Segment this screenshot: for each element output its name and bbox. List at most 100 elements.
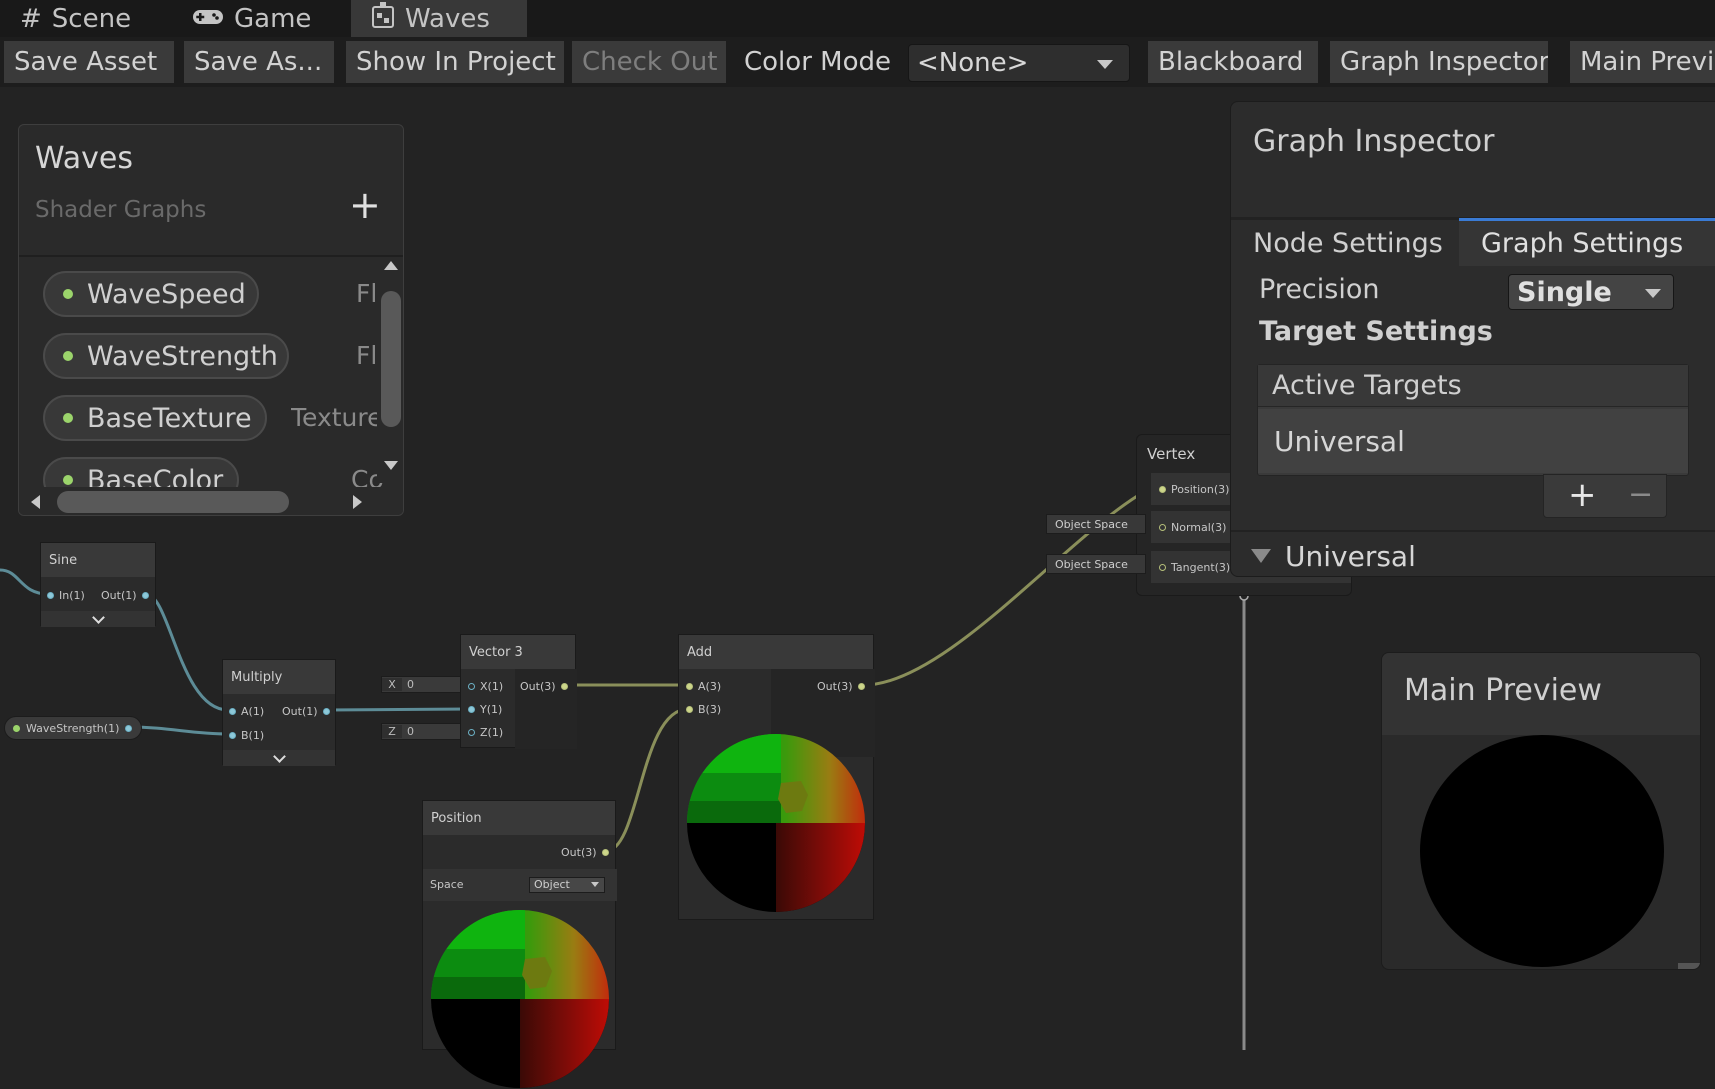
input-port[interactable]: B(3) bbox=[686, 703, 721, 716]
blackboard-panel: Waves Shader Graphs + WaveSpeed Fl WaveS… bbox=[18, 124, 404, 516]
node-title: Multiply bbox=[223, 660, 335, 694]
property-wavespeed[interactable]: WaveSpeed bbox=[43, 271, 259, 317]
add-property-button[interactable]: + bbox=[349, 183, 381, 227]
active-targets-list: Active Targets Universal bbox=[1257, 364, 1689, 476]
tab-label: Waves bbox=[405, 3, 490, 34]
tab-node-settings[interactable]: Node Settings bbox=[1231, 220, 1459, 266]
main-preview-panel: Main Preview bbox=[1381, 652, 1701, 970]
output-port[interactable]: Out(3) bbox=[817, 680, 865, 693]
output-port[interactable]: Out(1) bbox=[101, 589, 149, 602]
resize-handle[interactable] bbox=[1678, 963, 1700, 969]
node-title: Add bbox=[679, 635, 873, 669]
position-node[interactable]: Position Out(3) Space Object bbox=[422, 800, 617, 1088]
input-port[interactable]: Y(1) bbox=[468, 703, 502, 716]
vertex-title: Vertex bbox=[1147, 445, 1196, 463]
inspector-title: Graph Inspector bbox=[1253, 124, 1495, 159]
property-wavestrength[interactable]: WaveStrength bbox=[43, 333, 289, 379]
add-node[interactable]: Add A(3) B(3) Out(3) bbox=[678, 634, 875, 920]
color-mode-label: Color Mode bbox=[744, 47, 891, 77]
scroll-left-icon[interactable] bbox=[31, 495, 40, 509]
input-port[interactable]: X(1) bbox=[468, 680, 503, 693]
node-title: Vector 3 bbox=[461, 635, 575, 669]
active-targets-header: Active Targets bbox=[1258, 365, 1688, 407]
wavestrength-property-node[interactable]: WaveStrength(1) bbox=[4, 716, 142, 740]
scroll-down-icon[interactable] bbox=[384, 461, 398, 470]
chevron-down-icon[interactable] bbox=[223, 749, 335, 766]
hash-icon: # bbox=[20, 3, 42, 34]
vector3-node[interactable]: Vector 3 X(1) Y(1) Z(1) Out(3) bbox=[460, 634, 577, 749]
tab-game[interactable]: Game bbox=[172, 0, 342, 37]
output-port[interactable] bbox=[125, 724, 133, 732]
tab-label: Scene bbox=[51, 3, 132, 34]
output-port[interactable]: Out(3) bbox=[561, 846, 609, 859]
output-port[interactable]: Out(1) bbox=[282, 705, 330, 718]
input-port[interactable]: B(1) bbox=[229, 729, 264, 742]
horizontal-scrollbar[interactable] bbox=[19, 487, 403, 515]
tab-waves[interactable]: Waves bbox=[351, 0, 527, 37]
graph-inspector-panel: Graph Inspector Node Settings Graph Sett… bbox=[1230, 101, 1715, 577]
input-port[interactable]: In(1) bbox=[47, 589, 85, 602]
position-preview-sphere bbox=[431, 910, 609, 1088]
input-port[interactable]: A(1) bbox=[229, 705, 264, 718]
precision-label: Precision bbox=[1259, 274, 1380, 305]
graph-toolbar: Save Asset Save As... Show In Project Ch… bbox=[0, 37, 1715, 87]
add-target-button[interactable]: + bbox=[1568, 475, 1597, 515]
chevron-down-icon bbox=[591, 882, 599, 887]
precision-dropdown[interactable]: Single bbox=[1508, 274, 1674, 310]
universal-foldout[interactable]: Universal bbox=[1231, 534, 1715, 576]
target-item-universal[interactable]: Universal bbox=[1258, 409, 1688, 473]
z-input-field[interactable]: Z 0 bbox=[381, 723, 461, 740]
multiply-node[interactable]: Multiply A(1) B(1) Out(1) bbox=[222, 659, 336, 766]
scrollbar-thumb[interactable] bbox=[57, 491, 289, 513]
chevron-down-icon[interactable] bbox=[41, 610, 155, 627]
vertical-scrollbar[interactable] bbox=[377, 261, 403, 483]
shader-graph-icon bbox=[371, 1, 395, 36]
chevron-down-icon bbox=[1097, 60, 1113, 69]
save-as-button[interactable]: Save As... bbox=[184, 41, 334, 83]
editor-tab-bar: # Scene Game Waves bbox=[0, 0, 1715, 37]
scroll-right-icon[interactable] bbox=[353, 495, 362, 509]
graph-inspector-toggle-button[interactable]: Graph Inspector bbox=[1330, 41, 1548, 83]
check-out-button[interactable]: Check Out bbox=[572, 41, 726, 83]
show-in-project-button[interactable]: Show In Project bbox=[346, 41, 564, 83]
property-type: Fl bbox=[356, 341, 378, 370]
scroll-up-icon[interactable] bbox=[384, 261, 398, 270]
tangent-space-tag[interactable]: Object Space bbox=[1046, 554, 1146, 574]
tab-scene[interactable]: # Scene bbox=[0, 0, 150, 37]
x-input-field[interactable]: X 0 bbox=[381, 676, 461, 693]
property-type: Fl bbox=[356, 279, 378, 308]
blackboard-toggle-button[interactable]: Blackboard bbox=[1148, 41, 1318, 83]
wire-sine-to-multiply bbox=[145, 592, 229, 712]
tab-label: Game bbox=[234, 3, 312, 34]
target-list-footer: + − bbox=[1543, 474, 1667, 518]
output-port[interactable]: Out(3) bbox=[520, 680, 568, 693]
blackboard-title: Waves bbox=[35, 141, 133, 176]
wire-position-to-add bbox=[605, 707, 689, 853]
space-dropdown[interactable]: Object bbox=[529, 877, 605, 893]
blackboard-subtitle: Shader Graphs bbox=[35, 197, 207, 223]
space-label: Space bbox=[430, 878, 464, 891]
node-title: Sine bbox=[41, 543, 155, 577]
property-dot-icon bbox=[63, 413, 73, 423]
input-port[interactable]: Z(1) bbox=[468, 726, 503, 739]
remove-target-button[interactable]: − bbox=[1628, 477, 1653, 512]
space-row: Space Object bbox=[423, 869, 617, 901]
input-port[interactable]: A(3) bbox=[686, 680, 721, 693]
property-dot-icon bbox=[13, 724, 20, 732]
property-basetexture[interactable]: BaseTexture bbox=[43, 395, 267, 441]
gamepad-icon bbox=[192, 4, 224, 34]
divider bbox=[19, 255, 403, 257]
normal-space-tag[interactable]: Object Space bbox=[1046, 514, 1146, 534]
main-preview-toggle-button[interactable]: Main Previ bbox=[1570, 41, 1715, 83]
property-dot-icon bbox=[63, 475, 73, 485]
scrollbar-thumb[interactable] bbox=[381, 291, 401, 427]
foldout-arrow-icon bbox=[1251, 549, 1271, 563]
tab-graph-settings[interactable]: Graph Settings bbox=[1459, 218, 1715, 266]
color-mode-dropdown[interactable]: <None> bbox=[908, 44, 1130, 82]
chevron-down-icon bbox=[1645, 289, 1661, 298]
add-preview-sphere bbox=[687, 734, 865, 912]
preview-sphere[interactable] bbox=[1420, 735, 1664, 967]
property-dot-icon bbox=[63, 289, 73, 299]
save-asset-button[interactable]: Save Asset bbox=[4, 41, 174, 83]
sine-node[interactable]: Sine In(1) Out(1) bbox=[40, 542, 156, 627]
